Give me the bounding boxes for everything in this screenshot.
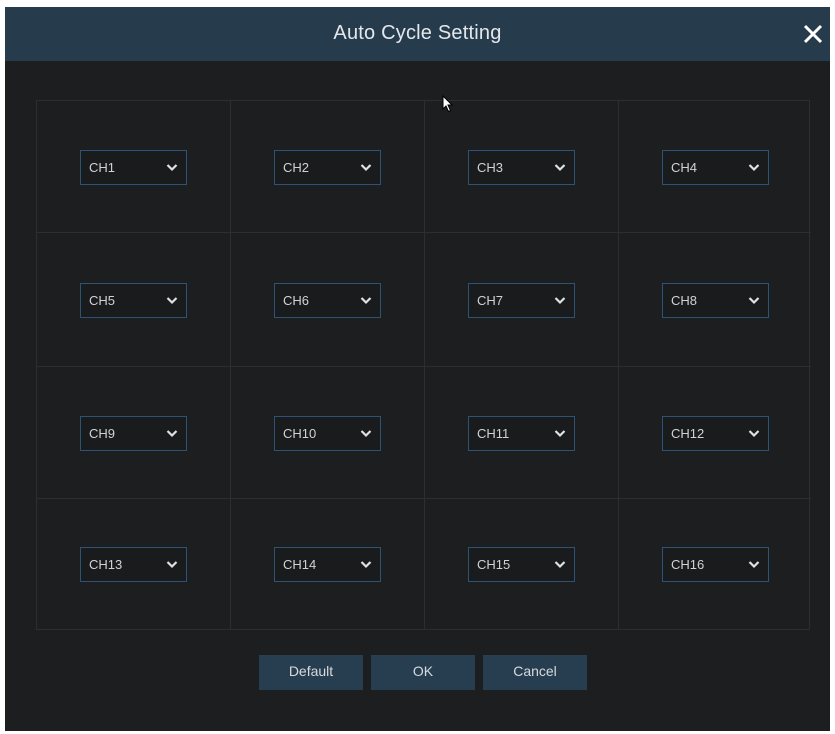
- default-button[interactable]: Default: [259, 655, 363, 690]
- channel-select-label: CH5: [89, 293, 116, 308]
- channel-select[interactable]: CH1: [80, 150, 187, 185]
- channel-select[interactable]: CH3: [468, 150, 575, 185]
- channel-cell: CH4: [619, 101, 811, 233]
- chevron-down-icon: [554, 297, 566, 305]
- channel-select[interactable]: CH10: [274, 416, 381, 451]
- chevron-down-icon: [360, 297, 372, 305]
- chevron-down-icon: [360, 164, 372, 172]
- channel-cell: CH11: [425, 367, 619, 499]
- channel-select-label: CH8: [671, 293, 698, 308]
- dialog-title: Auto Cycle Setting: [333, 22, 502, 44]
- chevron-down-icon: [166, 297, 178, 305]
- channel-cell: CH9: [37, 367, 231, 499]
- channel-select-label: CH10: [283, 426, 317, 441]
- channel-cell: CH12: [619, 367, 811, 499]
- channel-select-label: CH9: [89, 426, 116, 441]
- channel-select[interactable]: CH2: [274, 150, 381, 185]
- channel-cell: CH15: [425, 499, 619, 629]
- ok-button[interactable]: OK: [371, 655, 475, 690]
- chevron-down-icon: [748, 561, 760, 569]
- channel-cell: CH13: [37, 499, 231, 629]
- chevron-down-icon: [748, 164, 760, 172]
- channel-select-label: CH4: [671, 160, 698, 175]
- channel-grid: CH1 CH2 CH3 CH4 CH5 CH6 CH7 CH8 CH9 CH10 CH11 CH12 C…: [36, 100, 811, 630]
- channel-select[interactable]: CH15: [468, 547, 575, 582]
- channel-cell: CH1: [37, 101, 231, 233]
- channel-select[interactable]: CH5: [80, 283, 187, 318]
- channel-cell: CH16: [619, 499, 811, 629]
- chevron-down-icon: [166, 430, 178, 438]
- channel-cell: CH8: [619, 233, 811, 367]
- channel-select-label: CH3: [477, 160, 504, 175]
- channel-select[interactable]: CH11: [468, 416, 575, 451]
- channel-cell: CH2: [231, 101, 425, 233]
- close-button[interactable]: [796, 17, 830, 51]
- channel-select[interactable]: CH14: [274, 547, 381, 582]
- chevron-down-icon: [360, 561, 372, 569]
- channel-select-label: CH16: [671, 557, 705, 572]
- auto-cycle-dialog: Auto Cycle Setting CH1 CH2 CH3 CH4 CH5 CH6 CH7…: [5, 7, 830, 731]
- channel-select-label: CH13: [89, 557, 123, 572]
- channel-select-label: CH14: [283, 557, 317, 572]
- cancel-button[interactable]: Cancel: [483, 655, 587, 690]
- chevron-down-icon: [554, 561, 566, 569]
- channel-cell: CH6: [231, 233, 425, 367]
- chevron-down-icon: [554, 430, 566, 438]
- channel-cell: CH3: [425, 101, 619, 233]
- mouse-cursor-icon: [442, 95, 454, 113]
- chevron-down-icon: [554, 164, 566, 172]
- channel-cell: CH14: [231, 499, 425, 629]
- channel-select-label: CH11: [477, 426, 510, 441]
- channel-select-label: CH7: [477, 293, 504, 308]
- chevron-down-icon: [166, 561, 178, 569]
- channel-select[interactable]: CH8: [662, 283, 769, 318]
- channel-select[interactable]: CH13: [80, 547, 187, 582]
- channel-select-label: CH6: [283, 293, 310, 308]
- channel-select-label: CH2: [283, 160, 310, 175]
- close-icon: [803, 24, 823, 44]
- channel-select[interactable]: CH9: [80, 416, 187, 451]
- channel-select[interactable]: CH4: [662, 150, 769, 185]
- channel-cell: CH10: [231, 367, 425, 499]
- channel-select-label: CH15: [477, 557, 511, 572]
- chevron-down-icon: [166, 164, 178, 172]
- channel-select[interactable]: CH12: [662, 416, 769, 451]
- chevron-down-icon: [748, 430, 760, 438]
- channel-select[interactable]: CH6: [274, 283, 381, 318]
- channel-select[interactable]: CH7: [468, 283, 575, 318]
- channel-cell: CH7: [425, 233, 619, 367]
- channel-select-label: CH1: [89, 160, 116, 175]
- channel-cell: CH5: [37, 233, 231, 367]
- channel-select[interactable]: CH16: [662, 547, 769, 582]
- dialog-title-bar: Auto Cycle Setting: [5, 7, 830, 61]
- chevron-down-icon: [748, 297, 760, 305]
- chevron-down-icon: [360, 430, 372, 438]
- channel-select-label: CH12: [671, 426, 705, 441]
